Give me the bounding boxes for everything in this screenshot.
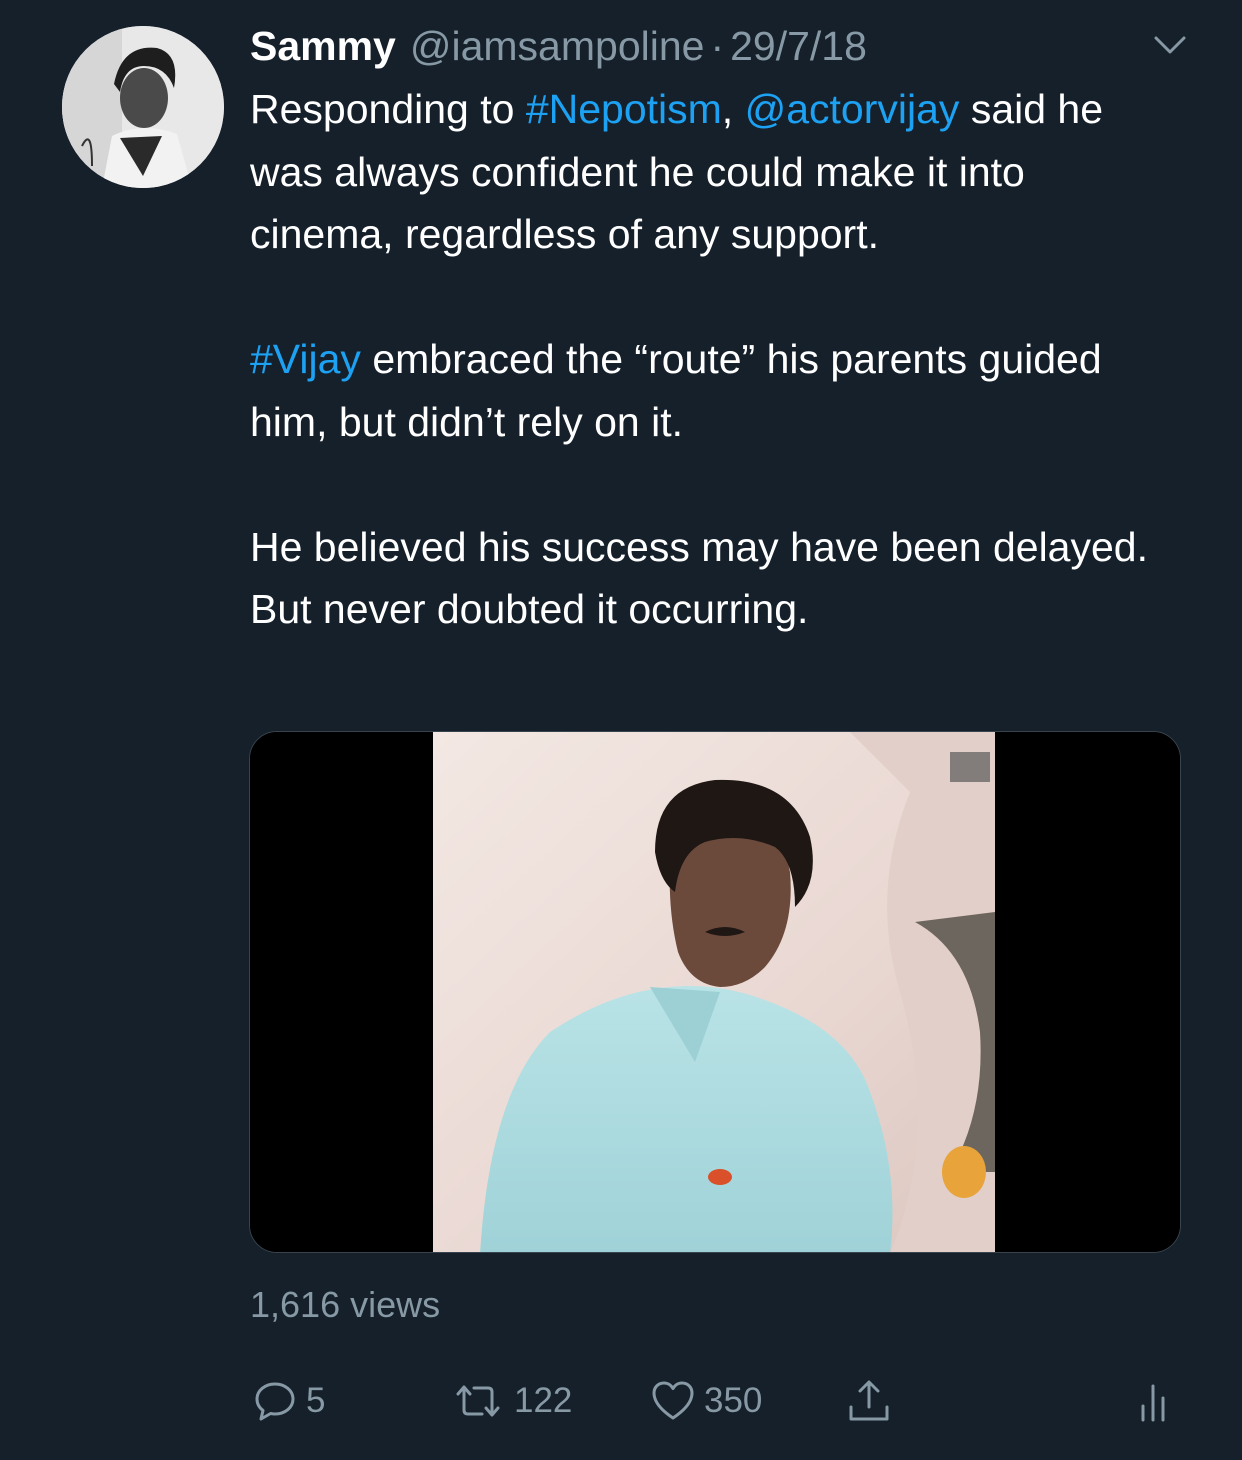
- like-button[interactable]: 350: [650, 1376, 762, 1426]
- retweet-icon: [456, 1385, 500, 1417]
- like-count: 350: [704, 1381, 763, 1420]
- author-handle[interactable]: @iamsampoline: [410, 18, 705, 74]
- text-segment: embraced the “route” his parents guided …: [250, 336, 1102, 445]
- tweet-date[interactable]: 29/7/18: [730, 18, 867, 74]
- tweet-action-bar: 5 122 350: [0, 1376, 1242, 1426]
- like-icon: [652, 1381, 694, 1420]
- tweet-paragraph-3: He believed his success may have been de…: [250, 523, 1148, 633]
- tweet-paragraph-1: Responding to #Nepotism, @actorvijay sai…: [250, 78, 1170, 266]
- view-count: 1,616 views: [250, 1284, 441, 1325]
- reply-button[interactable]: 5: [252, 1376, 325, 1426]
- author-name[interactable]: Sammy: [250, 18, 396, 74]
- video-player[interactable]: [249, 731, 1181, 1253]
- avatar[interactable]: [62, 26, 224, 188]
- reply-count: 5: [306, 1381, 326, 1420]
- text-segment: ,: [721, 86, 734, 132]
- chevron-down-icon[interactable]: [1150, 30, 1190, 60]
- header-separator: ·: [710, 23, 725, 69]
- reply-icon: [255, 1382, 295, 1421]
- retweet-count: 122: [514, 1381, 573, 1420]
- tweet-text: Responding to #Nepotism, @actorvijay sai…: [250, 78, 1170, 641]
- tweet-paragraph-2: #Vijay embraced the “route” his parents …: [250, 328, 1170, 453]
- tweet-header: Sammy @iamsampoline · 29/7/18: [250, 18, 867, 74]
- analytics-icon: [1141, 1384, 1165, 1422]
- share-icon: [849, 1380, 889, 1421]
- text-segment: Responding to: [250, 86, 526, 132]
- hashtag-nepotism-link[interactable]: #Nepotism: [526, 86, 722, 132]
- analytics-button[interactable]: [1136, 1376, 1170, 1426]
- share-button[interactable]: [846, 1376, 892, 1426]
- mention-actorvijay-link[interactable]: @actorvijay: [745, 86, 960, 132]
- retweet-button[interactable]: 122: [450, 1376, 572, 1426]
- hashtag-vijay-link[interactable]: #Vijay: [250, 336, 361, 382]
